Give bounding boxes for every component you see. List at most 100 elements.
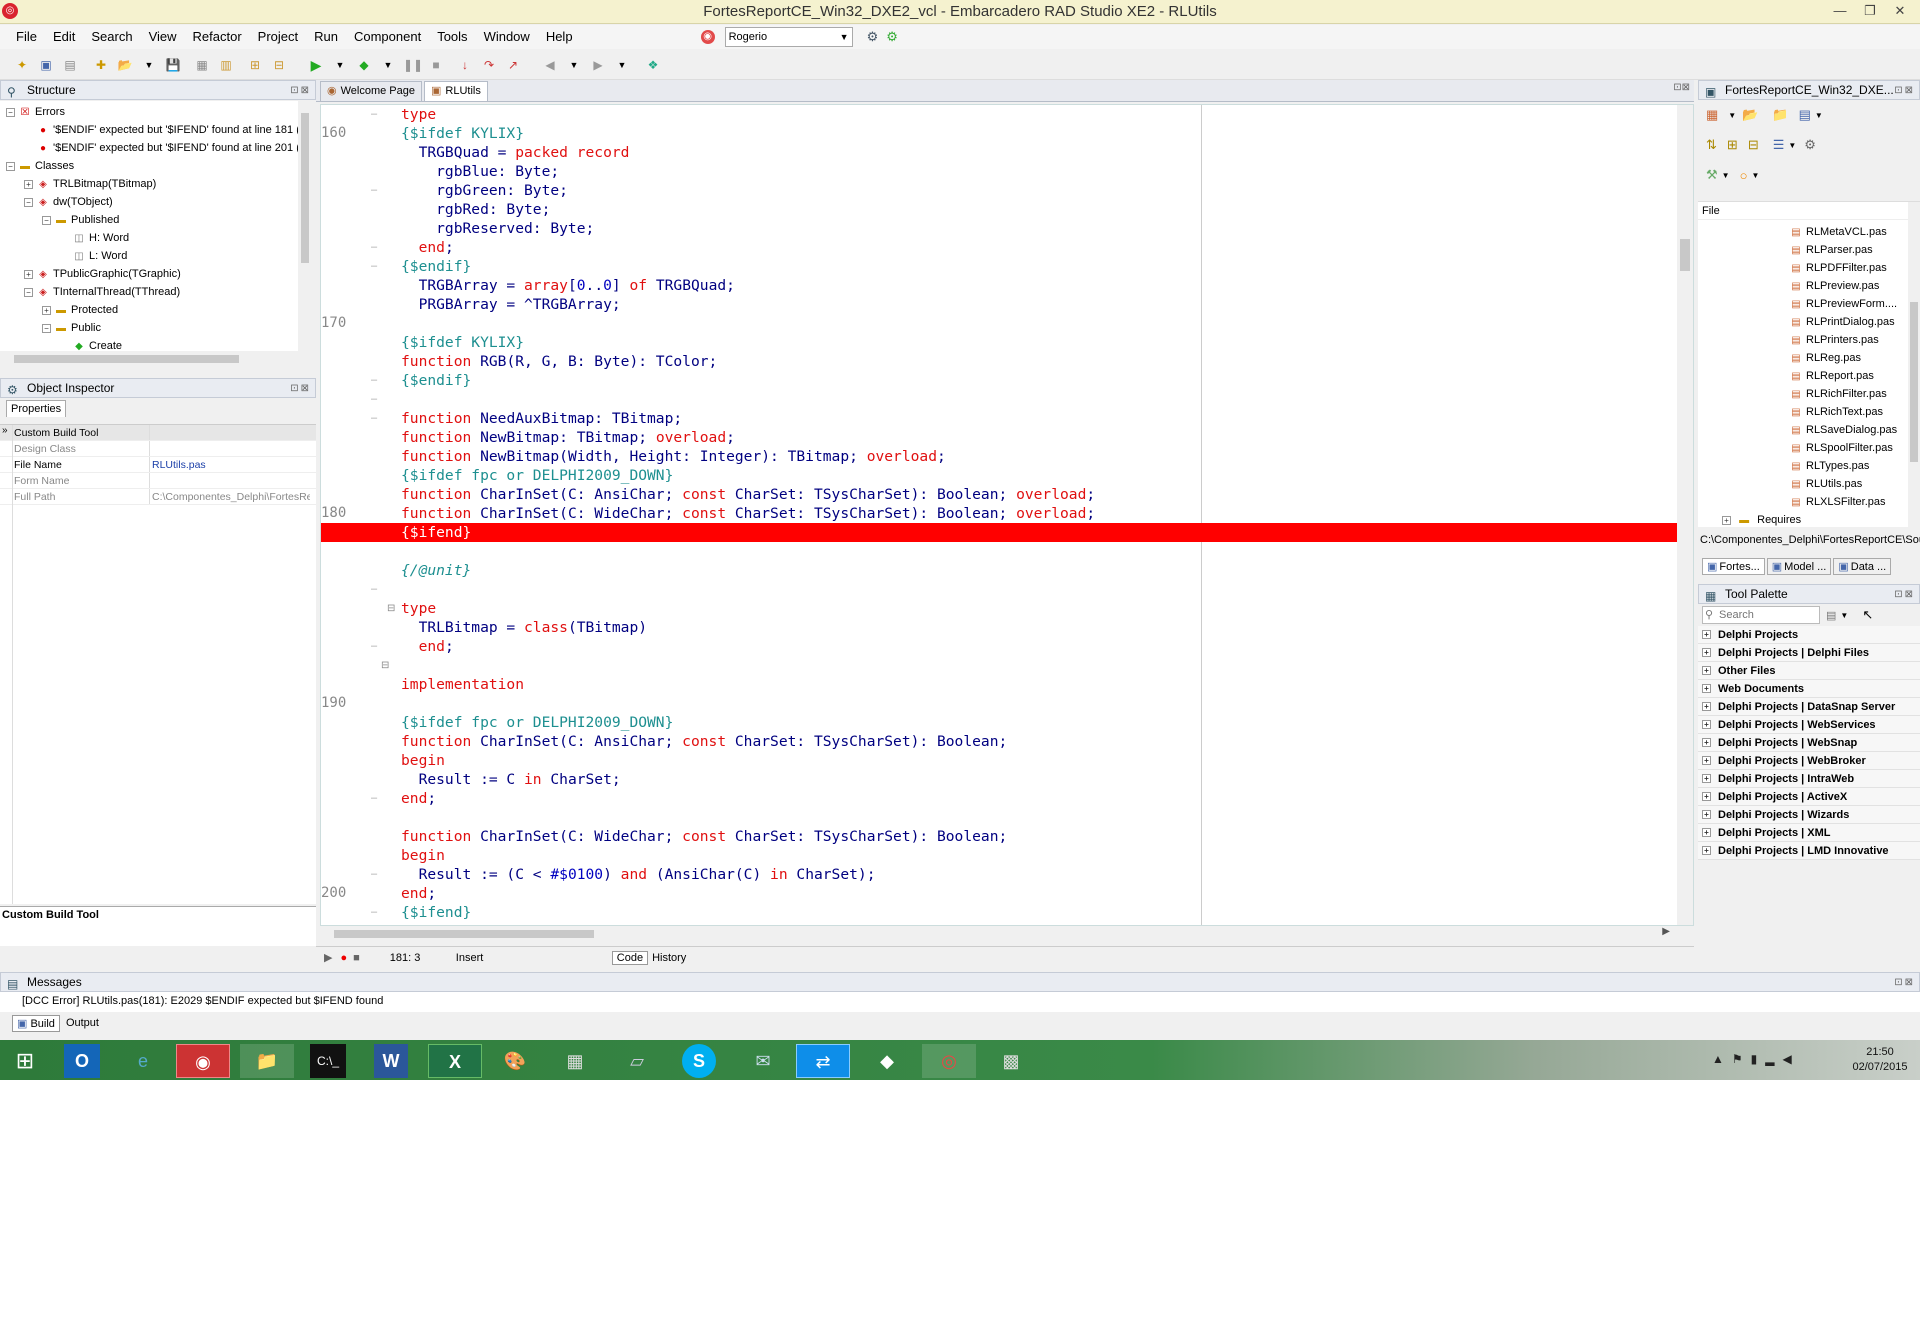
palette-search-input[interactable] (1719, 608, 1817, 622)
run-to-return-icon[interactable]: ↗ (504, 56, 522, 74)
structure-node[interactable]: − ▬ Published (0, 211, 298, 229)
close-all-icon[interactable]: ▤ (61, 56, 79, 74)
structure-node[interactable]: ◫ H: Word (0, 229, 298, 247)
expand-icon[interactable]: + (1702, 810, 1711, 819)
palette-category[interactable]: + Delphi Projects | Delphi Files (1698, 644, 1920, 662)
internet-explorer-icon[interactable]: e (116, 1044, 170, 1078)
structure-node[interactable]: − ☒ Errors (0, 103, 298, 121)
pause-icon[interactable]: ❚❚ (403, 56, 423, 74)
project-file[interactable]: ▤ RLSaveDialog.pas (1790, 421, 1920, 439)
error-line[interactable]: {$ifend} (321, 523, 1677, 542)
minimize-icon[interactable]: — (1825, 0, 1855, 22)
code-line[interactable]: function CharInSet(C: AnsiChar; const Ch… (401, 485, 1095, 504)
collapse-icon[interactable]: − (24, 197, 33, 207)
project-file[interactable]: ▤ RLUtils.pas (1790, 475, 1920, 493)
expand-icon[interactable]: + (42, 305, 51, 315)
pin-close-icon[interactable]: ⊡⊠ (1894, 974, 1915, 992)
code-line[interactable]: TRLBitmap = class(TBitmap) (401, 618, 647, 637)
chrome-icon[interactable]: ◎ (922, 1044, 976, 1078)
expand-icon[interactable]: + (1702, 846, 1711, 855)
palette-category[interactable]: + Delphi Projects | WebSnap (1698, 734, 1920, 752)
activate-dropdown-icon[interactable]: ▼ (1728, 111, 1736, 120)
categories-dropdown-icon[interactable]: ▼ (1840, 611, 1848, 620)
property-value[interactable]: RLUtils.pas (150, 457, 310, 472)
project-file[interactable]: ▤ RLReg.pas (1790, 349, 1920, 367)
green-app-icon[interactable]: ◆ (860, 1044, 914, 1078)
code-line[interactable]: implementation (401, 675, 524, 694)
stop-icon[interactable]: ■ (427, 56, 445, 74)
run-icon[interactable]: ▶ (307, 56, 325, 74)
project-vscrollbar[interactable] (1908, 202, 1920, 527)
trace-into-icon[interactable]: ↓ (456, 56, 474, 74)
expand-icon[interactable]: + (1702, 738, 1711, 747)
step-over-icon[interactable]: ↷ (480, 56, 498, 74)
forward-dropdown-icon[interactable]: ▼ (613, 56, 631, 74)
open-dropdown-icon[interactable]: ▼ (140, 56, 158, 74)
pin-close-icon[interactable]: ⊡⊠ (1894, 82, 1915, 100)
sort-dropdown-icon[interactable]: ▼ (1788, 141, 1796, 150)
code-line[interactable]: function NewBitmap: TBitmap; overload; (401, 428, 735, 447)
menu-help[interactable]: Help (538, 25, 581, 49)
structure-node[interactable]: − ▬ Classes (0, 157, 298, 175)
open-project-icon[interactable]: ▣ (37, 56, 55, 74)
tab-history[interactable]: History (648, 952, 690, 964)
code-line[interactable]: {$endif} (401, 371, 471, 390)
project-file[interactable]: ▤ RLRichFilter.pas (1790, 385, 1920, 403)
palette-category[interactable]: + Delphi Projects | XML (1698, 824, 1920, 842)
tab-output[interactable]: Output (60, 1016, 105, 1030)
project-tab[interactable]: ▣ Model ... (1766, 557, 1832, 575)
menu-view[interactable]: View (141, 25, 185, 49)
clock[interactable]: 21:50 02/07/2015 (1840, 1045, 1920, 1075)
collapse-icon[interactable]: − (42, 323, 51, 333)
open-project2-icon[interactable]: ▥ (217, 56, 235, 74)
palette-category[interactable]: + Delphi Projects | IntraWeb (1698, 770, 1920, 788)
paint-icon[interactable]: 🎨 (488, 1044, 542, 1078)
menu-search[interactable]: Search (83, 25, 140, 49)
project-tab[interactable]: ▣ Fortes... (1702, 557, 1765, 575)
project-file[interactable]: ▤ RLPrinters.pas (1790, 331, 1920, 349)
menu-run[interactable]: Run (306, 25, 346, 49)
calculator-icon[interactable]: ▦ (548, 1044, 602, 1078)
collapse-icon[interactable]: ⊟ (1748, 137, 1759, 153)
project-file[interactable]: ▤ RLMetaVCL.pas (1790, 223, 1920, 241)
menu-project[interactable]: Project (250, 25, 306, 49)
run-without-debug-icon[interactable]: ◆ (355, 56, 373, 74)
expand-icon[interactable]: + (1702, 648, 1711, 657)
new-icon[interactable]: ✚ (92, 56, 110, 74)
excel-icon[interactable]: X (428, 1044, 482, 1078)
run-dropdown-icon[interactable]: ▼ (331, 56, 349, 74)
expand-icon[interactable]: + (1702, 774, 1711, 783)
notes-icon[interactable]: ▱ (610, 1044, 664, 1078)
structure-node[interactable]: − ◈ dw(TObject) (0, 193, 298, 211)
view-dropdown-icon[interactable]: ▼ (1815, 111, 1823, 120)
new-project-icon[interactable]: 📂 (1742, 107, 1758, 123)
menu-refactor[interactable]: Refactor (185, 25, 250, 49)
restore-icon[interactable]: ❐ (1855, 0, 1885, 22)
project-file[interactable]: ▤ RLXLSFilter.pas (1790, 493, 1920, 511)
add-icon[interactable]: 📁 (1772, 107, 1788, 123)
structure-hscrollbar[interactable] (0, 351, 298, 367)
expand-icon[interactable]: + (1702, 720, 1711, 729)
structure-vscrollbar[interactable] (298, 101, 312, 357)
project-file[interactable]: ▤ RLTypes.pas (1790, 457, 1920, 475)
code-editor[interactable]: –160–––170–––180181–⊟–⊟190––200– type{$i… (320, 104, 1694, 926)
property-row[interactable]: Custom Build Tool (0, 425, 316, 441)
build-dropdown-icon[interactable]: ▼ (1722, 171, 1730, 180)
code-line[interactable]: {$endif} (401, 257, 471, 276)
code-line[interactable]: end; (401, 789, 436, 808)
view-icon[interactable]: ▤ (1799, 107, 1811, 123)
code-line[interactable]: end; (401, 637, 454, 656)
file-explorer-icon[interactable]: 📁 (240, 1044, 294, 1078)
collapse-icon[interactable]: + (24, 179, 33, 189)
sort-icon[interactable]: ☰ (1773, 137, 1785, 153)
desktop-layout-select[interactable]: Rogerio ▼ (724, 27, 853, 47)
project-file[interactable]: ▤ RLSpoolFilter.pas (1790, 439, 1920, 457)
expand-icon[interactable]: + (1702, 828, 1711, 837)
structure-node[interactable]: + ◈ TPublicGraphic(TGraphic) (0, 265, 298, 283)
project-file[interactable]: ▤ RLPrintDialog.pas (1790, 313, 1920, 331)
expand-icon[interactable]: + (1702, 684, 1711, 693)
help-contents-icon[interactable]: ❖ (644, 56, 662, 74)
collapse-icon[interactable]: − (6, 107, 15, 117)
set-debug-desktop-icon[interactable]: ⚙ (886, 29, 898, 45)
structure-node[interactable]: ● '$ENDIF' expected but '$IFEND' found at… (0, 139, 298, 157)
